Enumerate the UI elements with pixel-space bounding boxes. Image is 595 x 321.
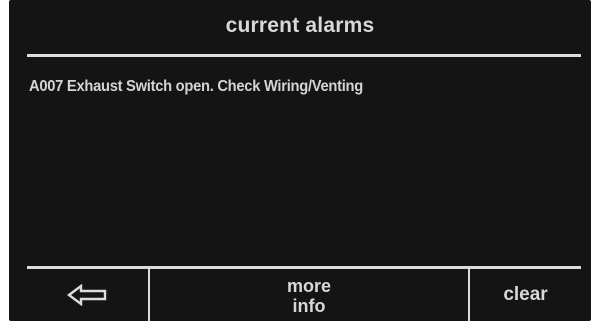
alarm-display-screen: current alarms A007 Exhaust Switch open.… (9, 0, 591, 321)
more-info-label-line2: info (292, 296, 326, 316)
soft-key-bar: more info clear (27, 269, 581, 321)
more-info-label-line1: more (286, 276, 331, 296)
page-title: current alarms (9, 0, 591, 52)
title-divider (27, 54, 581, 57)
clear-button[interactable]: clear (470, 269, 581, 321)
clear-label: clear (503, 284, 548, 305)
back-arrow-icon (66, 284, 109, 306)
alarm-item[interactable]: A007 Exhaust Switch open. Check Wiring/V… (29, 78, 528, 96)
page-title-text: current alarms (225, 14, 375, 37)
back-button[interactable] (27, 269, 150, 321)
more-info-button[interactable]: more info (150, 269, 470, 321)
alarm-list: A007 Exhaust Switch open. Check Wiring/V… (29, 78, 571, 96)
